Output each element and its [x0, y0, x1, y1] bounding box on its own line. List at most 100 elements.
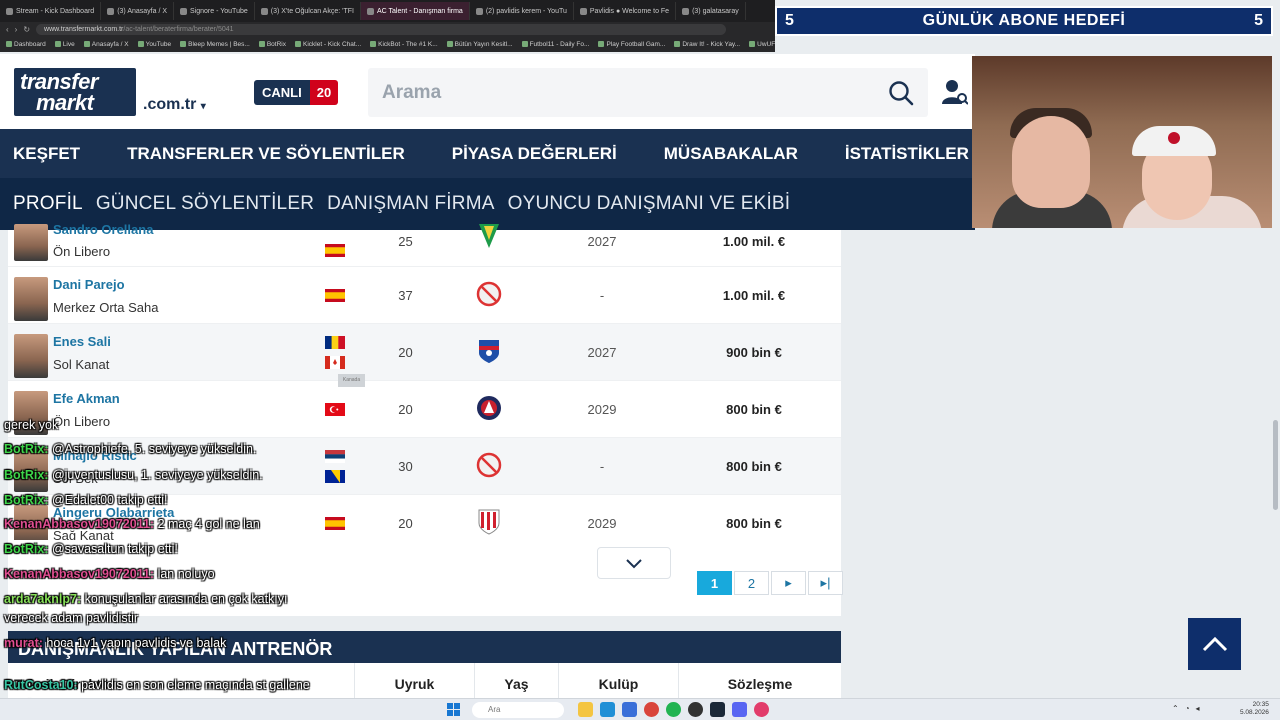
- player-name-link[interactable]: Efe Akman: [53, 391, 120, 406]
- athletic-crest-icon[interactable]: [475, 508, 503, 536]
- file-explorer-icon[interactable]: [578, 702, 593, 717]
- wifi-icon[interactable]: ◔: [1185, 704, 1190, 713]
- browser-tab[interactable]: (3) galatasaray: [676, 2, 746, 20]
- column-header[interactable]: Uyruk: [354, 663, 474, 703]
- spain-flag-icon[interactable]: [325, 517, 345, 530]
- expand-button[interactable]: [597, 547, 671, 579]
- chat-username[interactable]: BotRix:: [4, 468, 48, 482]
- chat-username[interactable]: KenanAbbasov19072011:: [4, 567, 154, 581]
- navy-red-crest-icon[interactable]: [475, 394, 503, 422]
- chat-username[interactable]: RutCosta10:: [4, 678, 78, 692]
- scroll-to-top-button[interactable]: [1188, 618, 1241, 670]
- chat-text: konuşulanlar arasında en çok katkıyı: [84, 592, 288, 606]
- windows-start-icon[interactable]: [447, 703, 460, 716]
- chat-username[interactable]: KenanAbbasov19072011:: [4, 517, 154, 531]
- bookmark-item[interactable]: Futbol11 - Daily Fo...: [521, 41, 589, 48]
- player-name-link[interactable]: Enes Sali: [53, 334, 111, 349]
- chat-username[interactable]: arda7aknlp7:: [4, 592, 81, 606]
- player-photo[interactable]: [14, 224, 48, 261]
- player-name-link[interactable]: Sandro Orellana: [53, 222, 153, 237]
- page-scrollbar[interactable]: [1273, 420, 1278, 510]
- browser-tab[interactable]: Pavlidis ● Welcome to Fe: [574, 2, 677, 20]
- browser-tab[interactable]: (3) X'te Oğulcan Akçe: 'TFI: [255, 2, 361, 20]
- bookmark-item[interactable]: Draw It! - Kick Yay...: [674, 41, 740, 48]
- app-icon[interactable]: [754, 702, 769, 717]
- romania-flag-icon[interactable]: [325, 336, 345, 349]
- user-account-icon[interactable]: [942, 78, 968, 106]
- green-shield-icon[interactable]: [475, 222, 503, 250]
- browser-tab[interactable]: (2) pavlidis kerem - YouTu: [470, 2, 574, 20]
- mainnav-item[interactable]: İSTATİSTİKLER: [845, 144, 969, 164]
- bookmark-item[interactable]: YouTube: [137, 41, 171, 48]
- next-page-button[interactable]: ▸: [771, 571, 806, 595]
- steam-icon[interactable]: [710, 702, 725, 717]
- chat-username[interactable]: BotRix:: [4, 493, 48, 507]
- taskbar-search[interactable]: Ara: [472, 702, 564, 718]
- bookmark-item[interactable]: Bütün Yayın Kesitl...: [446, 41, 513, 48]
- volume-icon[interactable]: ◂: [1196, 704, 1200, 713]
- subnav-item[interactable]: GÜNCEL SÖYLENTİLER: [96, 193, 314, 215]
- mainnav-item[interactable]: MÜSABAKALAR: [664, 144, 798, 164]
- bookmark-item[interactable]: Kicklet - Kick Chat...: [294, 41, 361, 48]
- caret-down-icon: ▾: [200, 101, 206, 112]
- last-page-button[interactable]: ▸|: [808, 571, 843, 595]
- column-header[interactable]: Sözleşme: [678, 663, 841, 703]
- transfermarkt-logo[interactable]: transfer markt: [14, 68, 136, 116]
- store-icon[interactable]: [622, 702, 637, 717]
- blue-red-crest-icon[interactable]: [475, 337, 503, 365]
- player-photo[interactable]: [14, 334, 48, 378]
- no-club-icon[interactable]: [475, 280, 503, 308]
- no-club-icon[interactable]: [475, 451, 503, 479]
- player-name-link[interactable]: Dani Parejo: [53, 277, 125, 292]
- player-photo[interactable]: [14, 277, 48, 321]
- edge-icon[interactable]: [600, 702, 615, 717]
- browser-tab[interactable]: AC Talent - Danışman firma: [360, 2, 470, 20]
- subnav-item[interactable]: OYUNCU DANIŞMANI VE EKİBİ: [508, 193, 791, 215]
- obs-icon[interactable]: [688, 702, 703, 717]
- serbia-flag-icon[interactable]: [325, 450, 345, 463]
- browser-tab[interactable]: Signore - YouTube: [174, 2, 255, 20]
- search-icon[interactable]: [888, 80, 914, 106]
- bookmark-item[interactable]: Live: [54, 41, 75, 48]
- domain-selector[interactable]: .com.tr ▾: [143, 96, 206, 114]
- reload-icon[interactable]: ↻: [23, 25, 30, 34]
- spain-flag-icon[interactable]: [325, 289, 345, 302]
- column-header[interactable]: Kulüp: [558, 663, 678, 703]
- bookmark-item[interactable]: Dashboard: [6, 41, 46, 48]
- chrome-icon[interactable]: [644, 702, 659, 717]
- chat-username[interactable]: BotRix:: [4, 442, 48, 456]
- clock[interactable]: 20:35 5.08.2026: [1240, 701, 1269, 717]
- browser-tab[interactable]: Stream - Kick Dashboard: [0, 2, 102, 20]
- bosnia-flag-icon[interactable]: [325, 470, 345, 483]
- chevron-up-tray-icon[interactable]: ⌃: [1172, 704, 1179, 713]
- discord-icon[interactable]: [732, 702, 747, 717]
- subnav-item[interactable]: DANIŞMAN FİRMA: [327, 193, 494, 215]
- canada-flag-icon[interactable]: [325, 356, 345, 369]
- chat-username[interactable]: BotRix:: [4, 542, 48, 556]
- column-header[interactable]: Yaş: [474, 663, 558, 703]
- url-input[interactable]: www.transfermarkt.com.tr/ac-talent/berat…: [36, 23, 727, 35]
- spotify-icon[interactable]: [666, 702, 681, 717]
- page-2-button[interactable]: 2: [734, 571, 769, 595]
- bookmark-item[interactable]: KickBot - The #1 K...: [370, 41, 438, 48]
- mainnav-item[interactable]: PİYASA DEĞERLERİ: [452, 144, 617, 164]
- turkey-flag-icon[interactable]: [325, 403, 345, 416]
- mainnav-item[interactable]: TRANSFERLER VE SÖYLENTİLER: [127, 144, 405, 164]
- page-1-button[interactable]: 1: [697, 571, 732, 595]
- search-input[interactable]: Arama: [368, 68, 928, 117]
- live-button[interactable]: CANLI 20: [254, 80, 339, 105]
- chat-message: RutCosta10: pavlidis en son eleme maçınd…: [4, 678, 310, 692]
- chat-username[interactable]: murat:: [4, 636, 43, 650]
- mainnav-item[interactable]: KEŞFET: [13, 144, 80, 164]
- subnav-item[interactable]: PROFİL: [13, 193, 83, 215]
- bookmark-item[interactable]: Anasayfa / X: [83, 41, 129, 48]
- spain-flag-icon[interactable]: [325, 244, 345, 257]
- browser-tab[interactable]: (3) Anasayfa / X: [101, 2, 175, 20]
- forward-icon[interactable]: ›: [15, 25, 18, 34]
- back-icon[interactable]: ‹: [6, 25, 9, 34]
- bookmark-item[interactable]: UwUFUFU: [749, 41, 775, 48]
- bookmark-item[interactable]: Bleep Memes | Bes...: [180, 41, 250, 48]
- bookmark-item[interactable]: Play Football Gam...: [598, 41, 665, 48]
- chat-message: BotRix: @savasaltun takip etti!: [4, 542, 178, 556]
- bookmark-item[interactable]: BotRix: [258, 41, 286, 48]
